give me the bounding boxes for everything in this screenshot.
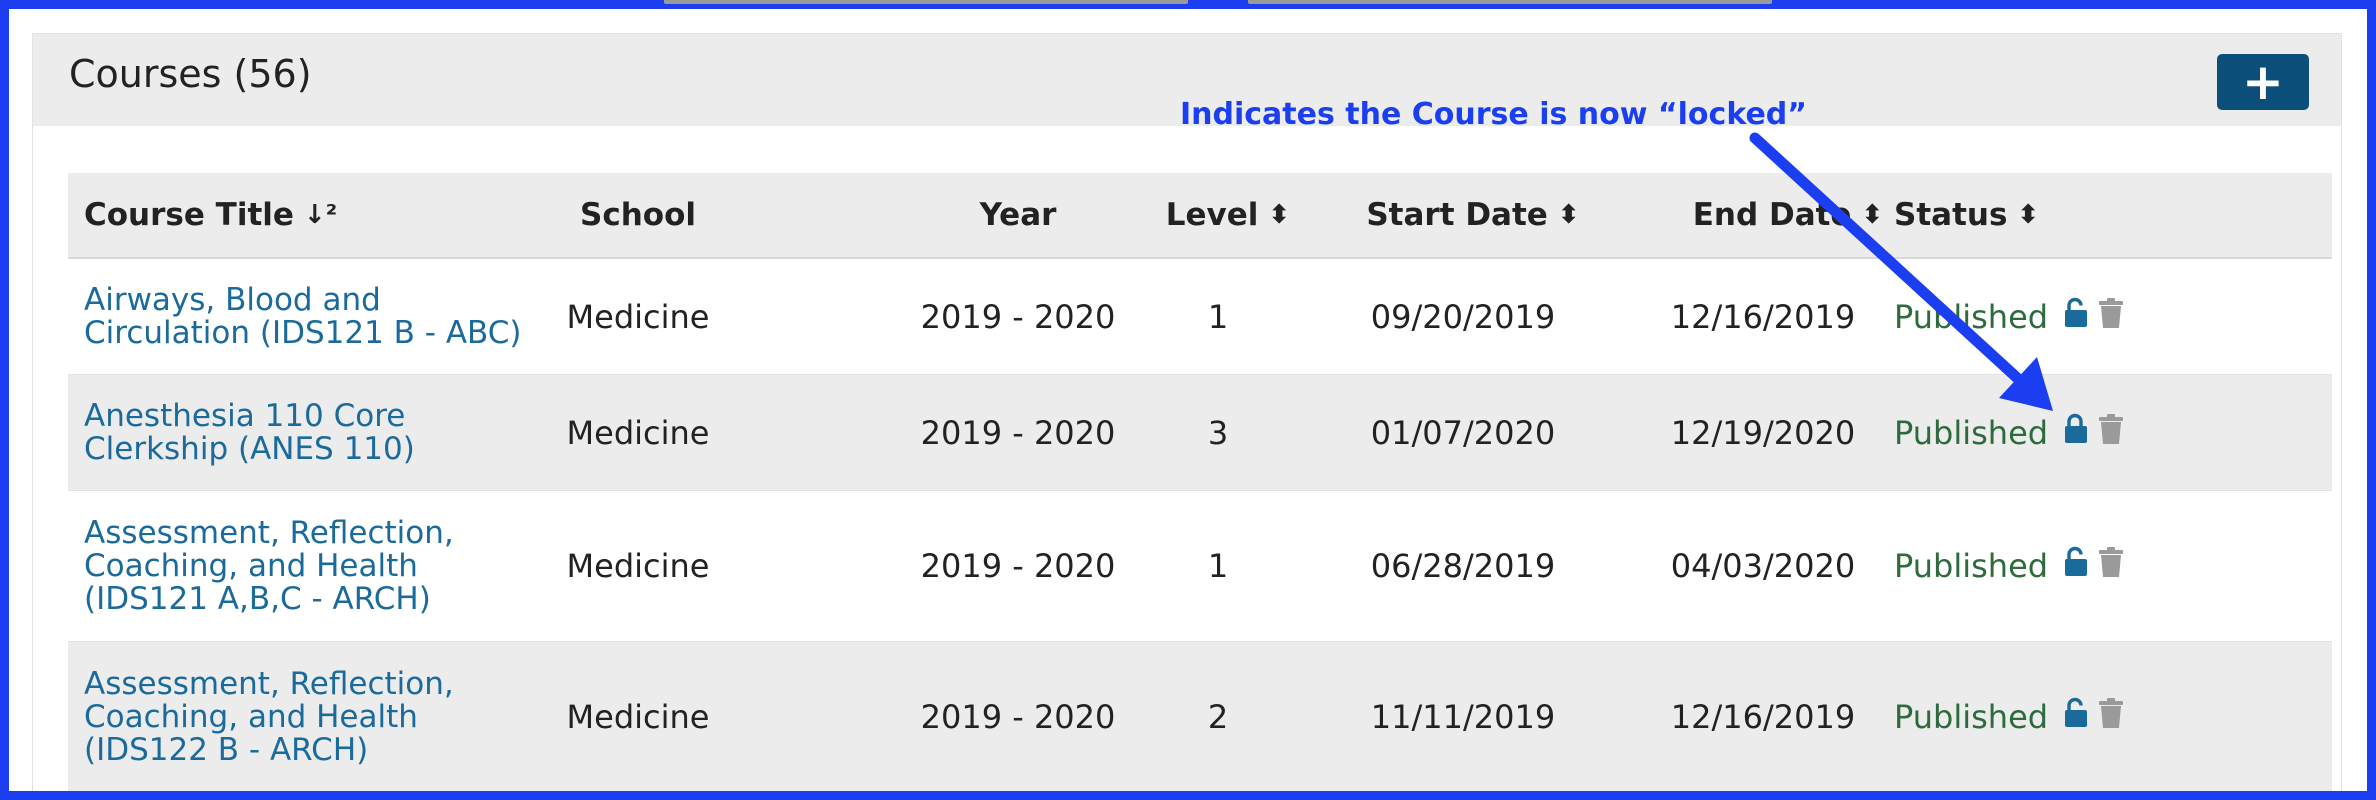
top-tabs xyxy=(0,0,2376,4)
top-tab[interactable] xyxy=(664,0,1188,4)
top-tab[interactable] xyxy=(1248,0,1772,4)
annotation-arrow xyxy=(1749,132,2053,411)
